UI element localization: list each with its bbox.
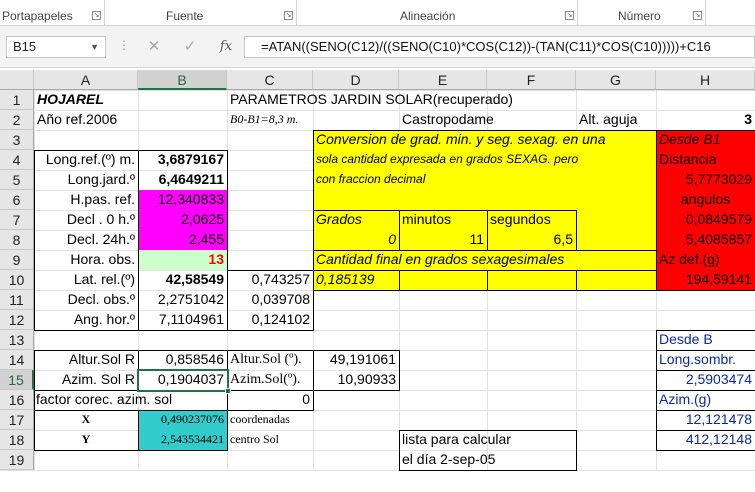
cell-C2[interactable]: B0-B1=8,3 m. <box>227 110 313 130</box>
cell-border <box>313 270 400 291</box>
fuente-launcher-icon[interactable]: ↘ <box>284 11 293 20</box>
name-box-dropdown-icon[interactable]: ▼ <box>90 37 99 57</box>
row-header-19[interactable]: 19 <box>0 450 34 470</box>
row-header-16[interactable]: 16 <box>0 390 34 410</box>
active-cell-outline <box>137 369 229 392</box>
alineacion-launcher-icon[interactable]: ↘ <box>565 11 574 20</box>
cell-border <box>138 410 228 451</box>
row-header-17[interactable]: 17 <box>0 410 34 430</box>
portapapeles-launcher-icon[interactable]: ↘ <box>92 11 101 20</box>
gridline-horizontal <box>0 470 755 471</box>
cancel-icon[interactable]: ✕ <box>142 36 166 58</box>
cell-border <box>34 150 139 331</box>
row-header-9[interactable]: 9 <box>0 250 34 270</box>
numero-launcher-icon[interactable]: ↘ <box>693 11 702 20</box>
ribbon-group-portapapeles: Portapapeles <box>2 9 73 23</box>
row-header-4[interactable]: 4 <box>0 150 34 170</box>
column-header-F[interactable]: F <box>487 70 576 90</box>
cell-border <box>227 390 314 411</box>
cell-border <box>34 390 228 411</box>
formula-input[interactable]: =ATAN((SENO(C12)/((SENO(C10)*COS(C12))-(… <box>244 36 755 58</box>
column-header-C[interactable]: C <box>227 70 313 90</box>
cell-C1[interactable]: PARAMETROS JARDIN SOLAR(recuperado) <box>227 90 656 110</box>
cell-border <box>399 210 488 251</box>
row-header-11[interactable]: 11 <box>0 290 34 310</box>
name-box-value: B15 <box>13 39 37 54</box>
fill-handle[interactable] <box>225 388 231 394</box>
select-all-corner[interactable] <box>0 70 34 90</box>
formula-bar-grip-icon[interactable]: ⋮ <box>118 38 131 52</box>
ribbon-group-numero: Número <box>618 9 661 23</box>
cell-A2[interactable]: Año ref.2006 <box>34 110 138 130</box>
cell-border <box>399 430 577 471</box>
row-header-7[interactable]: 7 <box>0 210 34 230</box>
column-header-G[interactable]: G <box>576 70 656 90</box>
column-header-E[interactable]: E <box>399 70 487 90</box>
cell-C18[interactable]: centro Sol <box>227 430 313 450</box>
cell-border <box>227 350 314 391</box>
cell-border <box>34 350 139 391</box>
cell-G2[interactable]: Alt. aguja <box>576 110 656 130</box>
insert-function-icon[interactable]: fx <box>214 36 238 58</box>
column-header-B[interactable]: B <box>138 70 227 90</box>
column-header-H[interactable]: H <box>656 70 755 90</box>
cell-border <box>656 410 755 431</box>
cell-border <box>227 270 314 331</box>
row-header-18[interactable]: 18 <box>0 430 34 450</box>
cell-border <box>656 330 755 351</box>
cell-E2[interactable]: Castropodame <box>399 110 576 130</box>
ribbon-group-labels: Portapapeles ↘ Fuente ↘ Alineación ↘ Núm… <box>0 0 755 26</box>
ribbon-group-alineacion: Alineación <box>400 9 456 23</box>
cell-A1[interactable]: HOJAREL <box>34 90 138 110</box>
column-header-A[interactable]: A <box>34 70 138 90</box>
cell-border <box>656 390 755 411</box>
cell-C17[interactable]: coordenadas <box>227 410 313 430</box>
cell-border <box>399 270 488 291</box>
row-header-2[interactable]: 2 <box>0 110 34 130</box>
formula-bar: B15 ▼ ⋮ ✕ ✓ fx =ATAN((SENO(C12)/((SENO(C1… <box>0 26 755 68</box>
row-header-13[interactable]: 13 <box>0 330 34 350</box>
row-header-8[interactable]: 8 <box>0 230 34 250</box>
row-header-1[interactable]: 1 <box>0 90 34 110</box>
worksheet-grid[interactable]: A B C D E F G H 1 2 3 4 5 6 7 8 9 10 11 12 13 14 15 16 17 18 19 HOJ… <box>0 70 755 492</box>
name-box[interactable]: B15 ▼ <box>6 36 106 58</box>
row-header-10[interactable]: 10 <box>0 270 34 290</box>
row-header-6[interactable]: 6 <box>0 190 34 210</box>
cell-border <box>138 150 228 331</box>
column-header-D[interactable]: D <box>313 70 399 90</box>
row-header-3[interactable]: 3 <box>0 130 34 150</box>
cell-border <box>313 210 400 251</box>
ribbon-group-fuente: Fuente <box>166 9 204 23</box>
cell-border <box>34 410 139 451</box>
cell-border <box>656 430 755 451</box>
cell-border <box>487 210 577 251</box>
cell-border <box>313 250 657 271</box>
row-header-14[interactable]: 14 <box>0 350 34 370</box>
row-header-12[interactable]: 12 <box>0 310 34 330</box>
enter-icon[interactable]: ✓ <box>178 36 202 58</box>
row-header-15[interactable]: 15 <box>0 370 34 390</box>
row-header-5[interactable]: 5 <box>0 170 34 190</box>
cell-border <box>656 370 755 391</box>
cell-border <box>487 270 577 291</box>
cell-border <box>656 350 755 371</box>
cell-border <box>656 130 755 291</box>
cell-H2[interactable]: 3 <box>656 110 755 130</box>
cell-border <box>313 350 400 391</box>
